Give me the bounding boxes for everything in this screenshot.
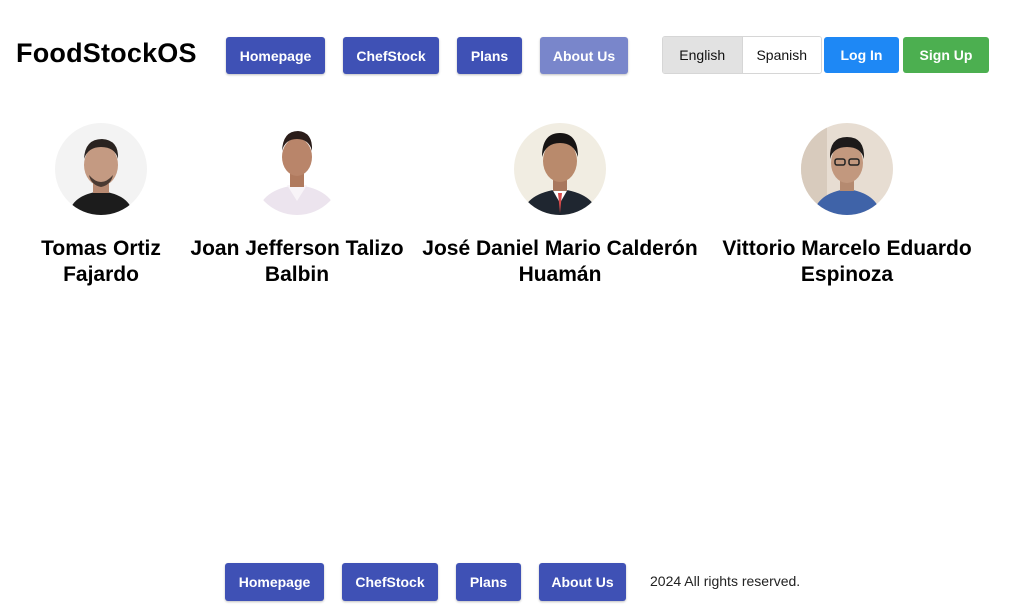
avatar xyxy=(251,123,343,215)
avatar xyxy=(55,123,147,215)
person-photo-icon xyxy=(514,123,606,215)
site-logo[interactable]: FoodStockOS xyxy=(16,38,197,69)
person-photo-icon xyxy=(801,123,893,215)
login-button[interactable]: Log In xyxy=(824,37,899,73)
person-photo-icon xyxy=(251,123,343,215)
member-name-line: Tomas Ortiz xyxy=(41,237,161,260)
footer-homepage-button[interactable]: Homepage xyxy=(225,563,324,601)
nav-about-us-button[interactable]: About Us xyxy=(540,37,628,74)
member-name-line: Huamán xyxy=(518,263,602,286)
member-name-line: Balbin xyxy=(264,263,330,286)
member-name-line: Espinoza xyxy=(800,263,894,286)
team-member: Joan Jefferson Talizo Balbin xyxy=(187,123,407,288)
avatar xyxy=(514,123,606,215)
signup-button[interactable]: Sign Up xyxy=(903,37,989,73)
footer-about-us-button[interactable]: About Us xyxy=(539,563,626,601)
language-toggle: English Spanish xyxy=(662,36,822,74)
team-member: José Daniel Mario Calderón Huamán xyxy=(420,123,700,288)
nav-chefstock-button[interactable]: ChefStock xyxy=(343,37,439,74)
team-member: Vittorio Marcelo Eduardo Espinoza xyxy=(717,123,977,288)
nav-homepage-button[interactable]: Homepage xyxy=(226,37,325,74)
language-spanish-button[interactable]: Spanish xyxy=(741,37,821,73)
member-name-line: José Daniel Mario Calderón xyxy=(422,237,698,260)
page: FoodStockOS Homepage ChefStock Plans Abo… xyxy=(0,0,1009,616)
person-photo-icon xyxy=(55,123,147,215)
footer-plans-button[interactable]: Plans xyxy=(456,563,521,601)
team-member: Tomas Ortiz Fajardo xyxy=(41,123,161,288)
member-name-line: Fajardo xyxy=(63,263,139,286)
avatar xyxy=(801,123,893,215)
member-name-line: Joan Jefferson Talizo xyxy=(190,237,404,260)
footer-chefstock-button[interactable]: ChefStock xyxy=(342,563,438,601)
nav-plans-button[interactable]: Plans xyxy=(457,37,522,74)
language-english-button[interactable]: English xyxy=(663,37,742,73)
copyright-text: 2024 All rights reserved. xyxy=(650,573,801,589)
member-name-line: Vittorio Marcelo Eduardo xyxy=(722,237,972,260)
